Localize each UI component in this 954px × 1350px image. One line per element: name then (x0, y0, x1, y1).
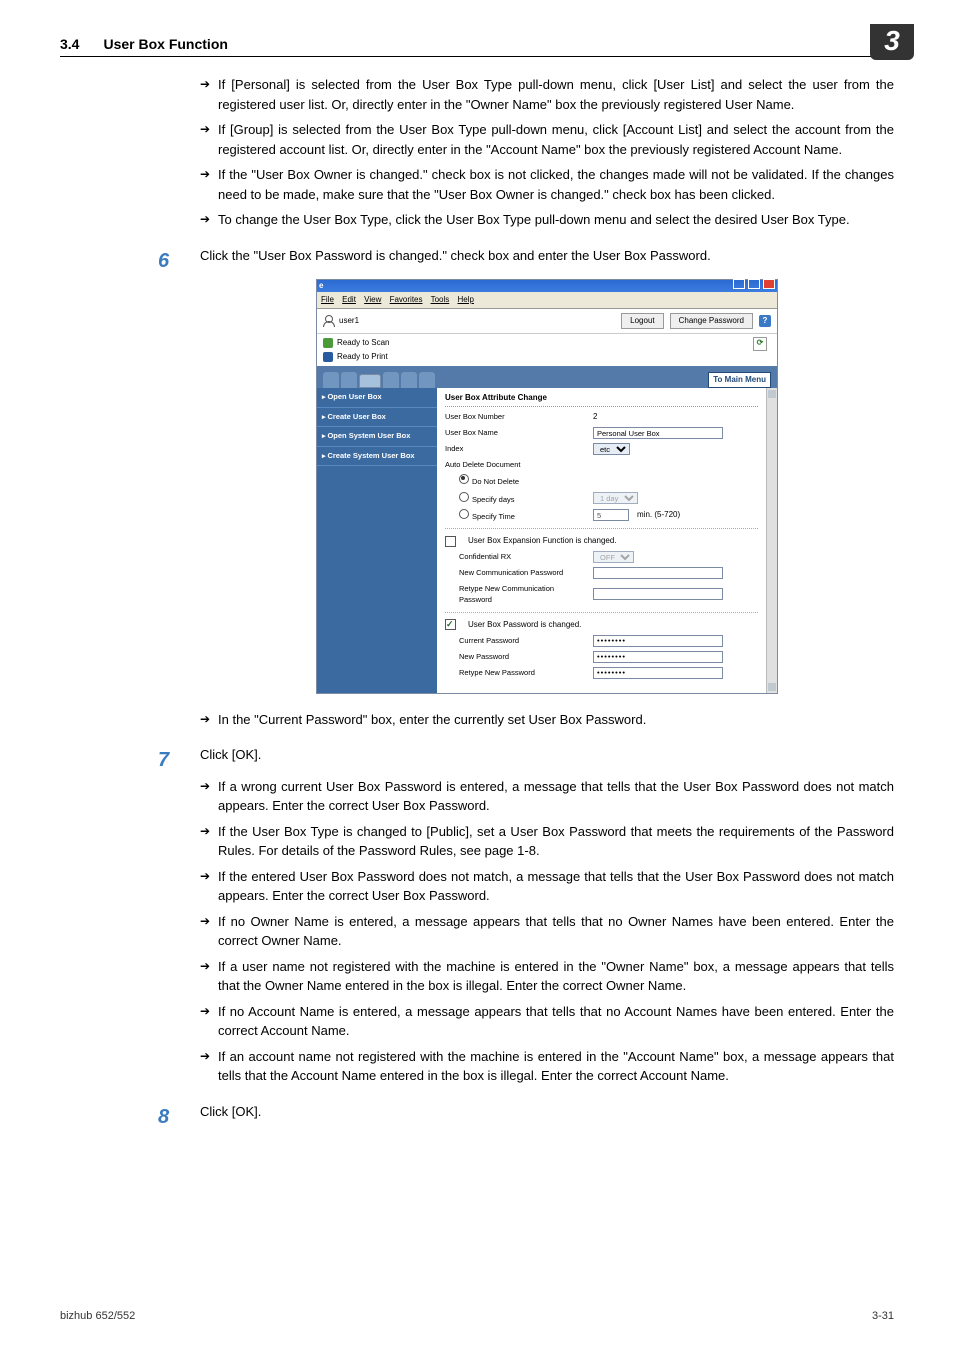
step-number: 8 (158, 1102, 169, 1132)
user-icon (323, 315, 333, 327)
footer-product: bizhub 652/552 (60, 1310, 135, 1322)
bullet-item: If an account name not registered with t… (200, 1047, 894, 1086)
footer-page: 3-31 (872, 1310, 894, 1322)
userbox-name-label: User Box Name (445, 427, 585, 438)
current-password-input[interactable] (593, 635, 723, 647)
expansion-changed-label: User Box Expansion Function is changed. (468, 535, 617, 547)
bullet-item: If [Personal] is selected from the User … (200, 75, 894, 114)
refresh-icon[interactable]: ⟳ (753, 337, 767, 351)
sidebar-item-create-user-box[interactable]: Create User Box (317, 408, 437, 428)
nav-tab[interactable] (383, 372, 399, 388)
step-number: 6 (158, 246, 169, 276)
retype-new-comm-pw-input (593, 588, 723, 600)
nav-tab[interactable] (323, 372, 339, 388)
current-password-label: Current Password (445, 635, 585, 646)
radio-do-not-delete[interactable] (459, 474, 469, 484)
bullet-item: If no Account Name is entered, a message… (200, 1002, 894, 1041)
maximize-icon[interactable] (748, 279, 760, 289)
bullet-item: If [Group] is selected from the User Box… (200, 120, 894, 159)
close-icon[interactable] (763, 279, 775, 289)
retype-new-comm-pw-label: Retype New Communication Password (445, 583, 585, 606)
scrollbar[interactable] (766, 388, 777, 693)
sidebar: Open User Box Create User Box Open Syste… (317, 388, 437, 693)
scan-status: Ready to Scan (337, 337, 389, 349)
app-logo-icon: e (319, 280, 323, 292)
menu-favorites[interactable]: Favorites (390, 295, 423, 304)
index-label: Index (445, 443, 585, 454)
bullet-item: If no Owner Name is entered, a message a… (200, 912, 894, 951)
specify-time-input (593, 509, 629, 521)
nav-tab[interactable] (341, 372, 357, 388)
new-comm-pw-label: New Communication Password (445, 567, 585, 578)
panel-title: User Box Attribute Change (445, 392, 758, 407)
menu-help[interactable]: Help (458, 295, 474, 304)
chapter-badge: 3 (870, 24, 914, 60)
menu-edit[interactable]: Edit (342, 295, 356, 304)
change-password-button[interactable]: Change Password (670, 313, 753, 329)
specify-time-label: Specify Time (472, 512, 515, 521)
sidebar-item-open-system-user-box[interactable]: Open System User Box (317, 427, 437, 447)
specify-days-select: 1 day (593, 492, 638, 504)
to-main-menu-button[interactable]: To Main Menu (708, 372, 771, 388)
bullet-item: If the "User Box Owner is changed." chec… (200, 165, 894, 204)
password-changed-label: User Box Password is changed. (468, 619, 581, 631)
bullet-list-intro: If [Personal] is selected from the User … (200, 75, 894, 230)
step-number: 7 (158, 745, 169, 775)
section-number: 3.4 (60, 36, 79, 52)
menu-bar: File Edit View Favorites Tools Help (317, 292, 777, 309)
new-password-label: New Password (445, 651, 585, 662)
step-text: Click [OK]. (200, 747, 261, 762)
checkbox-password-changed[interactable] (445, 619, 456, 630)
step-text: Click the "User Box Password is changed.… (200, 248, 711, 263)
auto-delete-label: Auto Delete Document (445, 459, 585, 470)
confidential-rx-label: Confidential RX (445, 551, 585, 562)
index-select[interactable]: etc (593, 443, 630, 455)
userbox-number-label: User Box Number (445, 411, 585, 422)
nav-tab[interactable] (419, 372, 435, 388)
bullet-list-step7: If a wrong current User Box Password is … (200, 777, 894, 1086)
bullet-item: To change the User Box Type, click the U… (200, 210, 894, 230)
help-icon[interactable]: ? (759, 315, 771, 327)
bullet-item: In the "Current Password" box, enter the… (200, 710, 894, 730)
checkbox-expansion-changed[interactable] (445, 536, 456, 547)
app-screenshot: e File Edit View Favorites Tools Help us… (316, 279, 778, 694)
bullet-item: If a wrong current User Box Password is … (200, 777, 894, 816)
sidebar-item-create-system-user-box[interactable]: Create System User Box (317, 447, 437, 467)
confidential-rx-select: OFF (593, 551, 634, 563)
radio-specify-days[interactable] (459, 492, 469, 502)
specify-time-unit: min. (5-720) (637, 509, 680, 521)
menu-view[interactable]: View (364, 295, 381, 304)
userbox-name-input[interactable] (593, 427, 723, 439)
userbox-number-value: 2 (593, 411, 597, 423)
print-status-icon (323, 352, 333, 362)
retype-new-password-input[interactable] (593, 667, 723, 679)
username-label: user1 (339, 315, 359, 327)
logout-button[interactable]: Logout (621, 313, 663, 329)
bullet-item: If the User Box Type is changed to [Publ… (200, 822, 894, 861)
step-text: Click [OK]. (200, 1104, 261, 1119)
window-titlebar: e (317, 280, 777, 292)
nav-tab-selected[interactable] (359, 374, 381, 388)
print-status: Ready to Print (337, 351, 388, 363)
menu-file[interactable]: File (321, 295, 334, 304)
do-not-delete-label: Do Not Delete (472, 477, 519, 486)
minimize-icon[interactable] (733, 279, 745, 289)
specify-days-label: Specify days (472, 495, 515, 504)
retype-new-password-label: Retype New Password (445, 667, 585, 678)
radio-specify-time[interactable] (459, 509, 469, 519)
menu-tools[interactable]: Tools (431, 295, 450, 304)
bullet-list-step6: In the "Current Password" box, enter the… (200, 710, 894, 730)
sidebar-item-open-user-box[interactable]: Open User Box (317, 388, 437, 408)
scan-status-icon (323, 338, 333, 348)
section-title: User Box Function (103, 36, 227, 52)
new-password-input[interactable] (593, 651, 723, 663)
bullet-item: If the entered User Box Password does no… (200, 867, 894, 906)
bullet-item: If a user name not registered with the m… (200, 957, 894, 996)
new-comm-pw-input (593, 567, 723, 579)
nav-tab[interactable] (401, 372, 417, 388)
